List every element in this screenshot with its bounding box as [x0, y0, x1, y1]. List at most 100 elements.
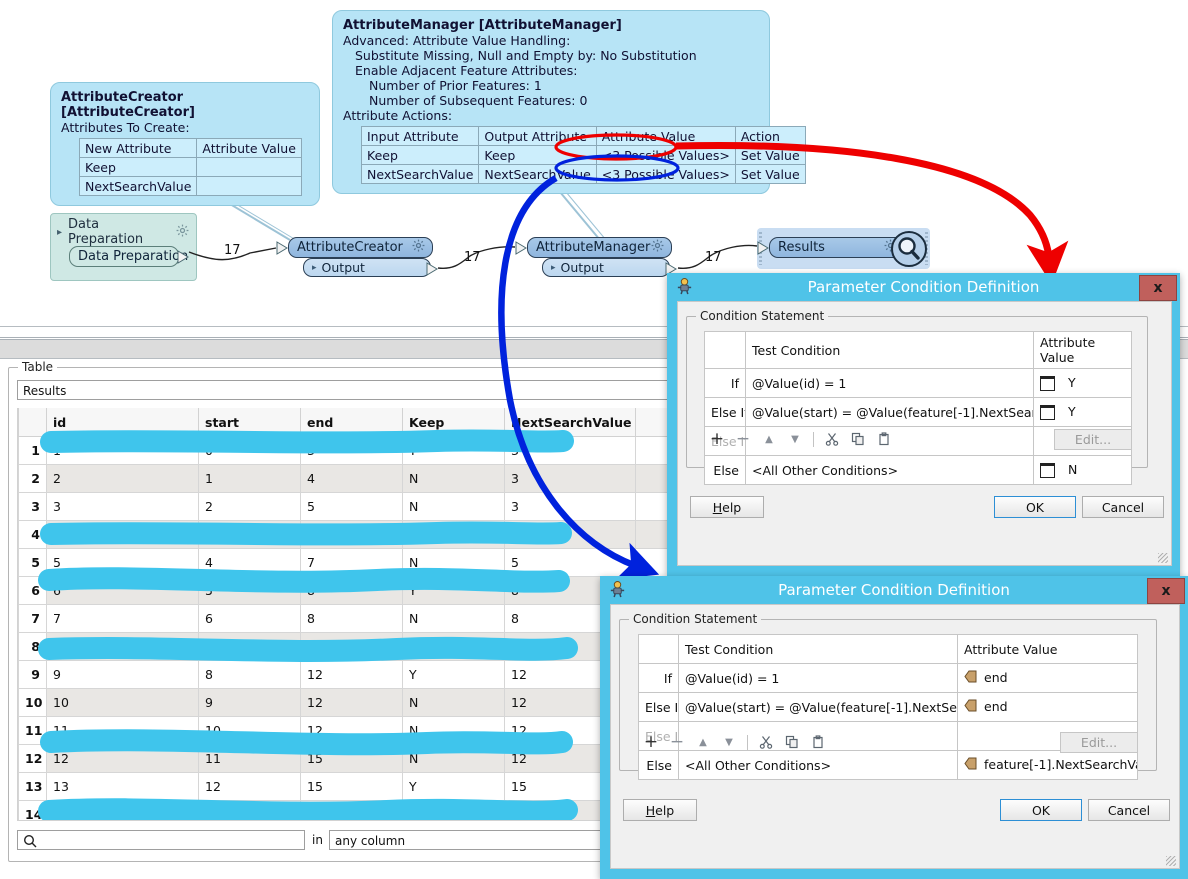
copy-icon[interactable] [845, 428, 871, 450]
close-icon[interactable]: x [1139, 275, 1177, 301]
dialog-parameter-condition-top[interactable]: Parameter Condition Definition x Conditi… [667, 273, 1180, 576]
remove-icon[interactable]: − [730, 428, 756, 450]
cell: 7 [300, 548, 403, 577]
condition-row[interactable]: Else <All Other Conditions> feature[-1].Ne… [638, 750, 1138, 780]
condition-table-container[interactable]: Test Condition Attribute Value If @Value(… [638, 634, 1138, 780]
resize-grip[interactable] [1166, 856, 1176, 866]
ok-button[interactable]: OK [1000, 799, 1082, 821]
table-row[interactable]: 1103Y3 [18, 436, 673, 465]
cancel-button[interactable]: Cancel [1082, 496, 1164, 518]
add-icon[interactable]: + [704, 428, 730, 450]
paste-icon[interactable] [871, 428, 897, 450]
cell: 11 [46, 716, 199, 745]
results-grid[interactable]: id start end Keep NextSearchValue 1103Y3… [18, 408, 673, 820]
cell: 16 [300, 800, 403, 820]
condition-table[interactable]: Test Condition Attribute Value If @Value(… [704, 331, 1132, 485]
ok-button[interactable]: OK [994, 496, 1076, 518]
move-down-icon[interactable]: ▼ [716, 731, 742, 753]
column-header-keep[interactable]: Keep [402, 408, 505, 437]
move-down-icon[interactable]: ▼ [782, 428, 808, 450]
column-header-end[interactable]: end [300, 408, 403, 437]
condition-value[interactable]: end [957, 692, 1138, 722]
table-row[interactable]: 14 14 13 16 N 15 [18, 800, 673, 820]
condition-expression[interactable]: @Value(id) = 1 [745, 368, 1034, 398]
condition-row[interactable]: If @Value(id) = 1 end [638, 663, 1138, 693]
table-row[interactable]: 9 9 8 12 Y 12 [18, 660, 673, 689]
condition-value[interactable]: Y [1033, 397, 1132, 427]
cell: 2 [46, 464, 199, 493]
condition-value-text: N [1068, 461, 1078, 477]
condition-value[interactable]: N [1033, 455, 1132, 485]
cut-icon[interactable] [753, 731, 779, 753]
paste-icon[interactable] [805, 731, 831, 753]
condition-header-blank [704, 331, 746, 369]
table-row[interactable]: 7768N8 [18, 604, 673, 633]
toolbar-separator [813, 431, 814, 447]
search-input[interactable] [17, 830, 305, 850]
dialog-title: Parameter Condition Definition [807, 278, 1040, 296]
column-header-start[interactable]: start [198, 408, 301, 437]
search-in-label: in [312, 833, 323, 847]
group-legend-condition: Condition Statement [629, 612, 762, 626]
table-row[interactable]: 8879N8 [18, 632, 673, 661]
cell: N [402, 716, 505, 745]
condition-label: If [704, 368, 746, 398]
condition-row[interactable]: Else <All Other Conditions> N [704, 455, 1132, 485]
close-icon[interactable]: x [1147, 578, 1185, 604]
table-row[interactable]: 12 12 11 15 N 12 [18, 744, 673, 773]
condition-row[interactable]: Else If@Value(start) = @Value(feature[-1… [638, 692, 1138, 722]
edit-button[interactable]: Edit... [1060, 731, 1138, 753]
condition-expression[interactable]: @Value(start) = @Value(feature[-1].NextS… [745, 397, 1034, 427]
table-row[interactable]: 5547N5 [18, 548, 673, 577]
condition-value-text: Y [1068, 403, 1076, 419]
move-up-icon[interactable]: ▲ [756, 428, 782, 450]
table-row[interactable]: 10 10 9 12 N 12 [18, 688, 673, 717]
row-number: 4 [18, 520, 47, 549]
row-number: 11 [18, 716, 47, 745]
condition-expression[interactable]: @Value(id) = 1 [678, 663, 958, 693]
table-row[interactable]: 4435Y5 [18, 520, 673, 549]
condition-value[interactable]: Y [1033, 368, 1132, 398]
edit-button[interactable]: Edit... [1054, 428, 1132, 450]
cut-icon[interactable] [819, 428, 845, 450]
condition-value[interactable]: feature[-1].NextSearchValue [957, 750, 1138, 780]
results-grid-container[interactable]: id start end Keep NextSearchValue 1103Y3… [17, 408, 675, 821]
cancel-button[interactable]: Cancel [1088, 799, 1170, 821]
table-row[interactable]: 3325N3 [18, 492, 673, 521]
remove-icon[interactable]: − [664, 731, 690, 753]
cell: 5 [46, 548, 199, 577]
toolbar-separator [747, 734, 748, 750]
table-row[interactable]: 2214N3 [18, 464, 673, 493]
move-up-icon[interactable]: ▲ [690, 731, 716, 753]
help-button[interactable]: Help [623, 799, 697, 821]
condition-expression[interactable]: <All Other Conditions> [678, 750, 958, 780]
condition-table[interactable]: Test Condition Attribute Value If @Value(… [638, 634, 1138, 780]
cell: N [402, 688, 505, 717]
table-row[interactable]: 11 11 10 12 N 12 [18, 716, 673, 745]
table-row[interactable]: 13 13 12 15 Y 15 [18, 772, 673, 801]
resize-grip[interactable] [1158, 553, 1168, 563]
help-button[interactable]: Help [690, 496, 764, 518]
dialog-parameter-condition-bottom[interactable]: Parameter Condition Definition x Conditi… [600, 576, 1188, 879]
condition-expression[interactable]: <All Other Conditions> [745, 455, 1034, 485]
add-icon[interactable]: + [638, 731, 664, 753]
dialog-titlebar[interactable]: Parameter Condition Definition x [667, 273, 1180, 301]
condition-value[interactable]: end [957, 663, 1138, 693]
condition-toolbar[interactable]: + − ▲ ▼ Edit... [704, 427, 1132, 451]
table-row[interactable]: 6658Y8 [18, 576, 673, 605]
column-header-id[interactable]: id [46, 408, 199, 437]
cell: N [402, 744, 505, 773]
condition-row[interactable]: If @Value(id) = 1 Y [704, 368, 1132, 398]
condition-toolbar[interactable]: + − ▲ ▼ Edit... [638, 730, 1138, 754]
condition-row[interactable]: Else If@Value(start) = @Value(feature[-1… [704, 397, 1132, 427]
copy-icon[interactable] [779, 731, 805, 753]
dialog-titlebar[interactable]: Parameter Condition Definition x [600, 576, 1188, 604]
condition-table-container[interactable]: Test Condition Attribute Value If @Value(… [704, 331, 1132, 485]
dataset-name-field[interactable]: Results [17, 380, 673, 400]
cell: 0 [198, 436, 301, 465]
column-header-nextsearchvalue[interactable]: NextSearchValue [504, 408, 636, 437]
condition-expression[interactable]: @Value(start) = @Value(feature[-1].NextS… [678, 692, 958, 722]
cell: 3 [300, 436, 403, 465]
condition-header-blank [638, 634, 679, 664]
cell: 8 [198, 660, 301, 689]
